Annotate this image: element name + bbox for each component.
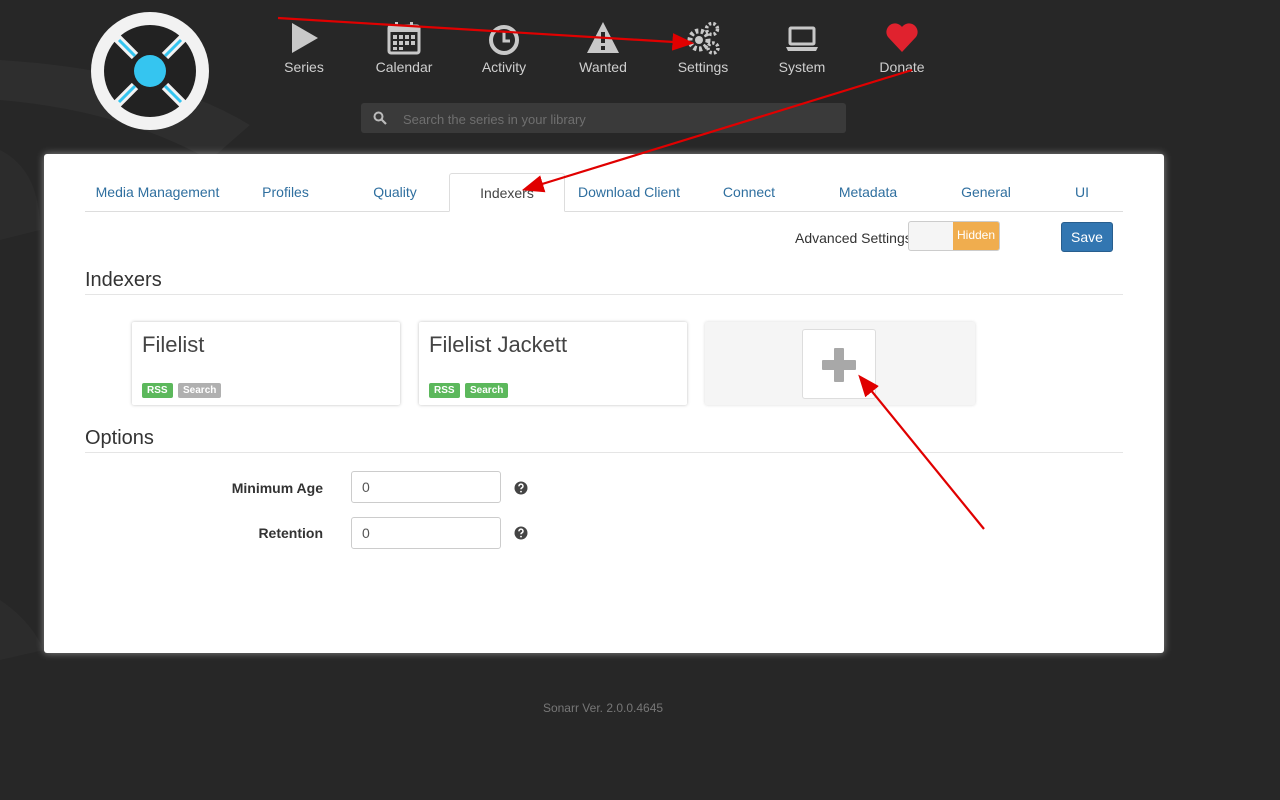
nav-settings[interactable]: Settings: [658, 20, 748, 75]
tab-media-management[interactable]: Media Management: [85, 173, 230, 211]
warning-icon: [587, 22, 619, 53]
settings-panel: Media Management Profiles Quality Indexe…: [44, 154, 1164, 653]
nav-label: Series: [284, 59, 324, 75]
minimum-age-input[interactable]: [351, 471, 501, 503]
search-badge: Search: [178, 383, 222, 398]
rss-badge: RSS: [142, 383, 173, 398]
main-nav: Series Calendar Activity Wanted Settings…: [0, 20, 1280, 80]
clock-icon: [489, 25, 519, 55]
rss-badge: RSS: [429, 383, 460, 398]
nav-label: Activity: [481, 59, 527, 75]
advanced-settings-label: Advanced Settings: [795, 230, 912, 246]
nav-series[interactable]: Series: [259, 20, 349, 75]
indexer-name: Filelist: [142, 332, 205, 357]
play-icon: [292, 23, 318, 53]
indexers-heading: Indexers: [85, 269, 162, 291]
save-button[interactable]: Save: [1061, 222, 1113, 252]
search-badge: Search: [465, 383, 509, 398]
nav-label: Donate: [879, 59, 925, 75]
tab-general[interactable]: General: [931, 173, 1041, 211]
indexers-divider: [85, 294, 1123, 295]
indexer-card-filelist-jackett[interactable]: Filelist Jackett RSS Search: [419, 322, 687, 405]
nav-label: Settings: [677, 59, 729, 75]
laptop-icon: [786, 26, 818, 51]
indexer-card-filelist[interactable]: Filelist RSS Search: [132, 322, 400, 405]
help-icon[interactable]: [514, 481, 528, 495]
plus-icon: [822, 348, 856, 382]
search-icon: [373, 111, 387, 125]
minimum-age-label: Minimum Age: [231, 480, 323, 496]
retention-input[interactable]: [351, 517, 501, 549]
heart-icon: [886, 23, 918, 52]
gears-icon: [687, 21, 720, 55]
options-divider: [85, 452, 1123, 453]
advanced-settings-state: Hidden: [953, 222, 999, 250]
nav-label: Calendar: [375, 59, 433, 75]
tab-download-client[interactable]: Download Client: [565, 173, 693, 211]
tab-metadata[interactable]: Metadata: [805, 173, 931, 211]
series-search: [361, 103, 846, 135]
indexer-name: Filelist Jackett: [429, 332, 568, 357]
calendar-icon: [387, 22, 421, 55]
nav-label: Wanted: [579, 59, 627, 75]
nav-calendar[interactable]: Calendar: [359, 20, 449, 75]
nav-wanted[interactable]: Wanted: [558, 20, 648, 75]
nav-label: System: [778, 59, 826, 75]
nav-activity[interactable]: Activity: [459, 20, 549, 75]
add-indexer-button[interactable]: [802, 329, 876, 399]
version-footer: Sonarr Ver. 2.0.0.4645: [542, 701, 664, 715]
options-heading: Options: [85, 427, 154, 449]
help-icon[interactable]: [514, 526, 528, 540]
settings-tabs: Media Management Profiles Quality Indexe…: [85, 173, 1123, 212]
tab-quality[interactable]: Quality: [341, 173, 449, 211]
tab-connect[interactable]: Connect: [693, 173, 805, 211]
add-indexer-card: [705, 322, 975, 405]
nav-system[interactable]: System: [757, 20, 847, 75]
tab-profiles[interactable]: Profiles: [230, 173, 341, 211]
tab-indexers[interactable]: Indexers: [449, 173, 565, 212]
tab-ui[interactable]: UI: [1041, 173, 1123, 211]
advanced-settings-toggle[interactable]: Hidden: [908, 221, 1000, 251]
search-input[interactable]: [401, 103, 835, 135]
retention-label: Retention: [258, 525, 323, 541]
nav-donate[interactable]: Donate: [857, 20, 947, 75]
